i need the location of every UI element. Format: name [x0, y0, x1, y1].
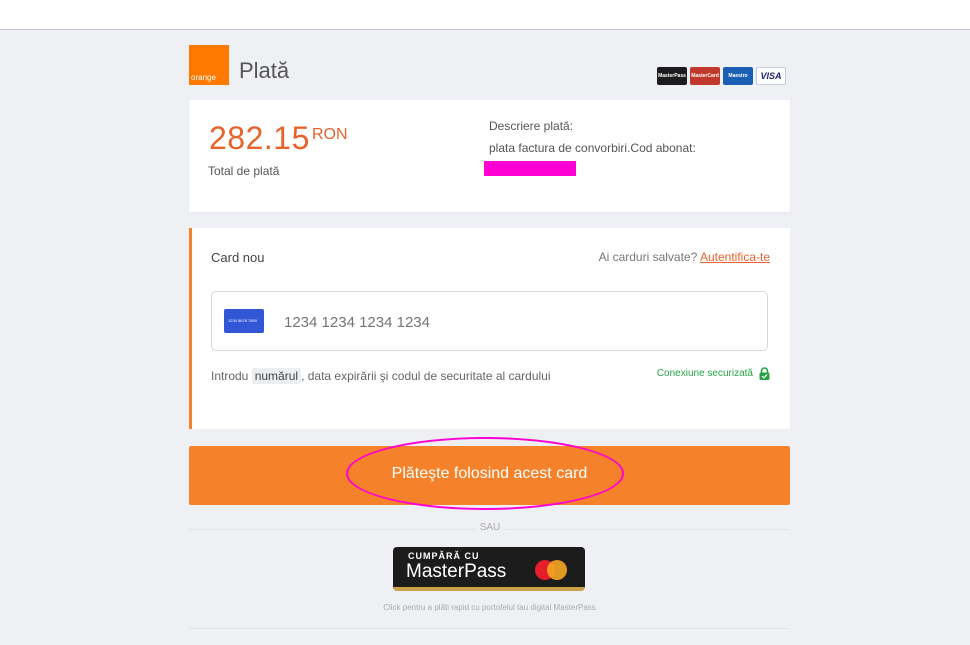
description-label: Descriere plată:: [489, 119, 574, 133]
login-link[interactable]: Autentifica-te: [700, 250, 770, 264]
mastercard-circles-icon: [535, 560, 567, 580]
saved-cards-prompt: Ai carduri salvate? Autentifica-te: [599, 250, 770, 264]
orange-logo: orange: [189, 45, 229, 85]
masterpass-logo-icon: MasterPass: [657, 67, 687, 85]
secure-connection: Conexiune securizată: [657, 367, 770, 380]
saved-cards-text: Ai carduri salvate?: [598, 250, 698, 264]
description-text: plata factura de convorbiri.Cod abonat:: [489, 141, 696, 155]
hint-highlight: numărul: [251, 368, 302, 384]
masterpass-button[interactable]: CUMPĂRĂ CU MasterPass: [393, 547, 585, 591]
redacted-subscriber-code: [484, 161, 576, 176]
maestro-logo-icon: Maestro: [723, 67, 753, 85]
masterpass-small-label: CUMPĂRĂ CU: [408, 551, 480, 561]
browser-top-bar: [0, 0, 970, 30]
card-number-input[interactable]: [284, 314, 684, 331]
currency: RON: [312, 126, 348, 143]
payment-summary: 282.15 RON Total de plată Descriere plat…: [189, 100, 790, 212]
total-amount: 282.15: [209, 120, 310, 156]
mastercard-logo-icon: MasterCard: [690, 67, 720, 85]
page-title: Plată: [239, 58, 290, 83]
or-separator: SAU: [475, 522, 505, 533]
masterpass-label: MasterPass: [406, 561, 507, 582]
accepted-cards: MasterPass MasterCard Maestro VISA: [657, 67, 786, 85]
bottom-divider: [189, 628, 790, 629]
card-input-hint: Introdu numărul, data expirării şi codul…: [211, 368, 551, 384]
total-label: Total de plată: [208, 164, 280, 178]
pay-with-card-button[interactable]: Plăteşte folosind acest card: [189, 446, 790, 505]
masterpass-caption: Click pentru a plăti rapid cu portofelul…: [383, 603, 596, 612]
card-number-field[interactable]: 1234 5678 7890: [211, 291, 768, 351]
credit-card-icon: 1234 5678 7890: [224, 309, 264, 333]
visa-logo-icon: VISA: [756, 67, 786, 85]
lock-icon: [759, 367, 770, 380]
new-card-title: Card nou: [211, 250, 265, 265]
new-card-form: Card nou Ai carduri salvate? Autentifica…: [189, 228, 790, 429]
pay-button-label: Plăteşte folosind acest card: [391, 465, 588, 482]
